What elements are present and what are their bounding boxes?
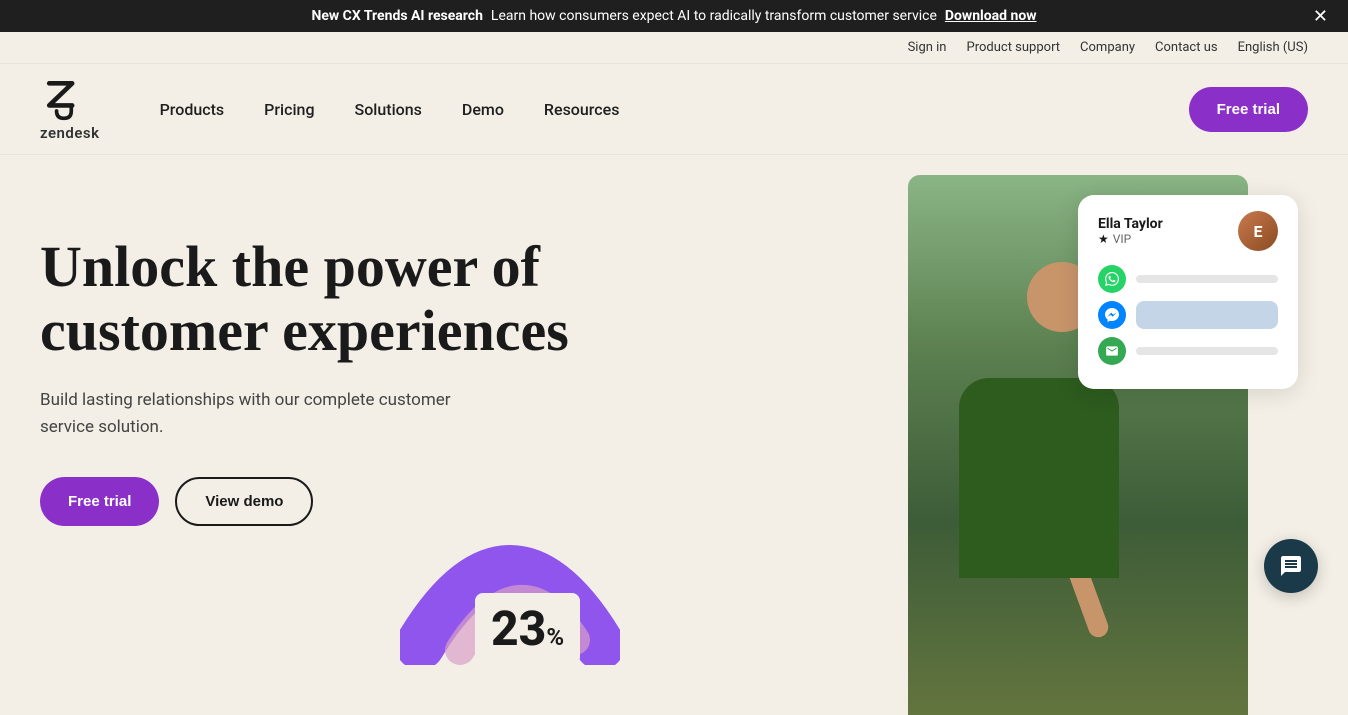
whatsapp-icon: [1098, 265, 1126, 293]
vip-label: VIP: [1113, 232, 1131, 246]
chat-bubble-button[interactable]: [1264, 539, 1318, 593]
customer-name: Ella Taylor: [1098, 216, 1163, 232]
email-bar: [1136, 347, 1278, 355]
announcement-highlight: New CX Trends AI research: [311, 8, 482, 24]
email-channel-icon: [1098, 337, 1126, 365]
customer-info: Ella Taylor ★ VIP: [1098, 216, 1163, 246]
stats-unit: %: [546, 623, 564, 651]
company-link[interactable]: Company: [1080, 40, 1135, 55]
hero-view-demo-button[interactable]: View demo: [175, 477, 313, 526]
contact-us-link[interactable]: Contact us: [1155, 40, 1218, 55]
channel-row-email: [1098, 337, 1278, 365]
stats-number: 23: [491, 600, 546, 657]
customer-card: Ella Taylor ★ VIP E: [1078, 195, 1298, 389]
channel-row-whatsapp: [1098, 265, 1278, 293]
language-selector[interactable]: English (US): [1238, 40, 1308, 55]
close-announcement-button[interactable]: ✕: [1313, 7, 1328, 25]
main-nav: zendesk Products Pricing Solutions Demo …: [0, 64, 1348, 155]
nav-pricing[interactable]: Pricing: [264, 100, 314, 119]
product-support-link[interactable]: Product support: [967, 40, 1061, 55]
channel-row-messenger: [1098, 301, 1278, 329]
hero-free-trial-button[interactable]: Free trial: [40, 477, 159, 526]
whatsapp-bar: [1136, 275, 1278, 283]
messenger-bar: [1136, 301, 1278, 329]
zendesk-logo-icon: [40, 76, 86, 122]
announcement-bar: New CX Trends AI research Learn how cons…: [0, 0, 1348, 32]
nav-links: Products Pricing Solutions Demo Resource…: [160, 100, 1189, 119]
hero-title: Unlock the power of customer experiences: [40, 235, 600, 363]
chat-bubble-icon: [1279, 554, 1303, 578]
download-link[interactable]: Download now: [945, 8, 1037, 24]
nav-resources[interactable]: Resources: [544, 100, 620, 119]
logo-text: zendesk: [40, 124, 100, 142]
free-trial-button[interactable]: Free trial: [1189, 87, 1308, 132]
nav-solutions[interactable]: Solutions: [355, 100, 422, 119]
nav-products[interactable]: Products: [160, 100, 225, 119]
utility-nav: Sign in Product support Company Contact …: [0, 32, 1348, 64]
stats-badge: 23%: [475, 593, 580, 665]
customer-vip-badge: ★ VIP: [1098, 232, 1163, 246]
nav-demo[interactable]: Demo: [462, 100, 504, 119]
announcement-body: Learn how consumers expect AI to radical…: [491, 8, 937, 24]
hero-section: Unlock the power of customer experiences…: [0, 155, 1348, 715]
customer-avatar: E: [1238, 211, 1278, 251]
customer-card-header: Ella Taylor ★ VIP E: [1098, 211, 1278, 251]
logo[interactable]: zendesk: [40, 76, 100, 142]
messenger-icon: [1098, 301, 1126, 329]
hero-subtitle: Build lasting relationships with our com…: [40, 387, 480, 441]
sign-in-link[interactable]: Sign in: [908, 40, 947, 55]
hero-content: Unlock the power of customer experiences…: [40, 215, 600, 526]
star-icon: ★: [1098, 232, 1109, 246]
